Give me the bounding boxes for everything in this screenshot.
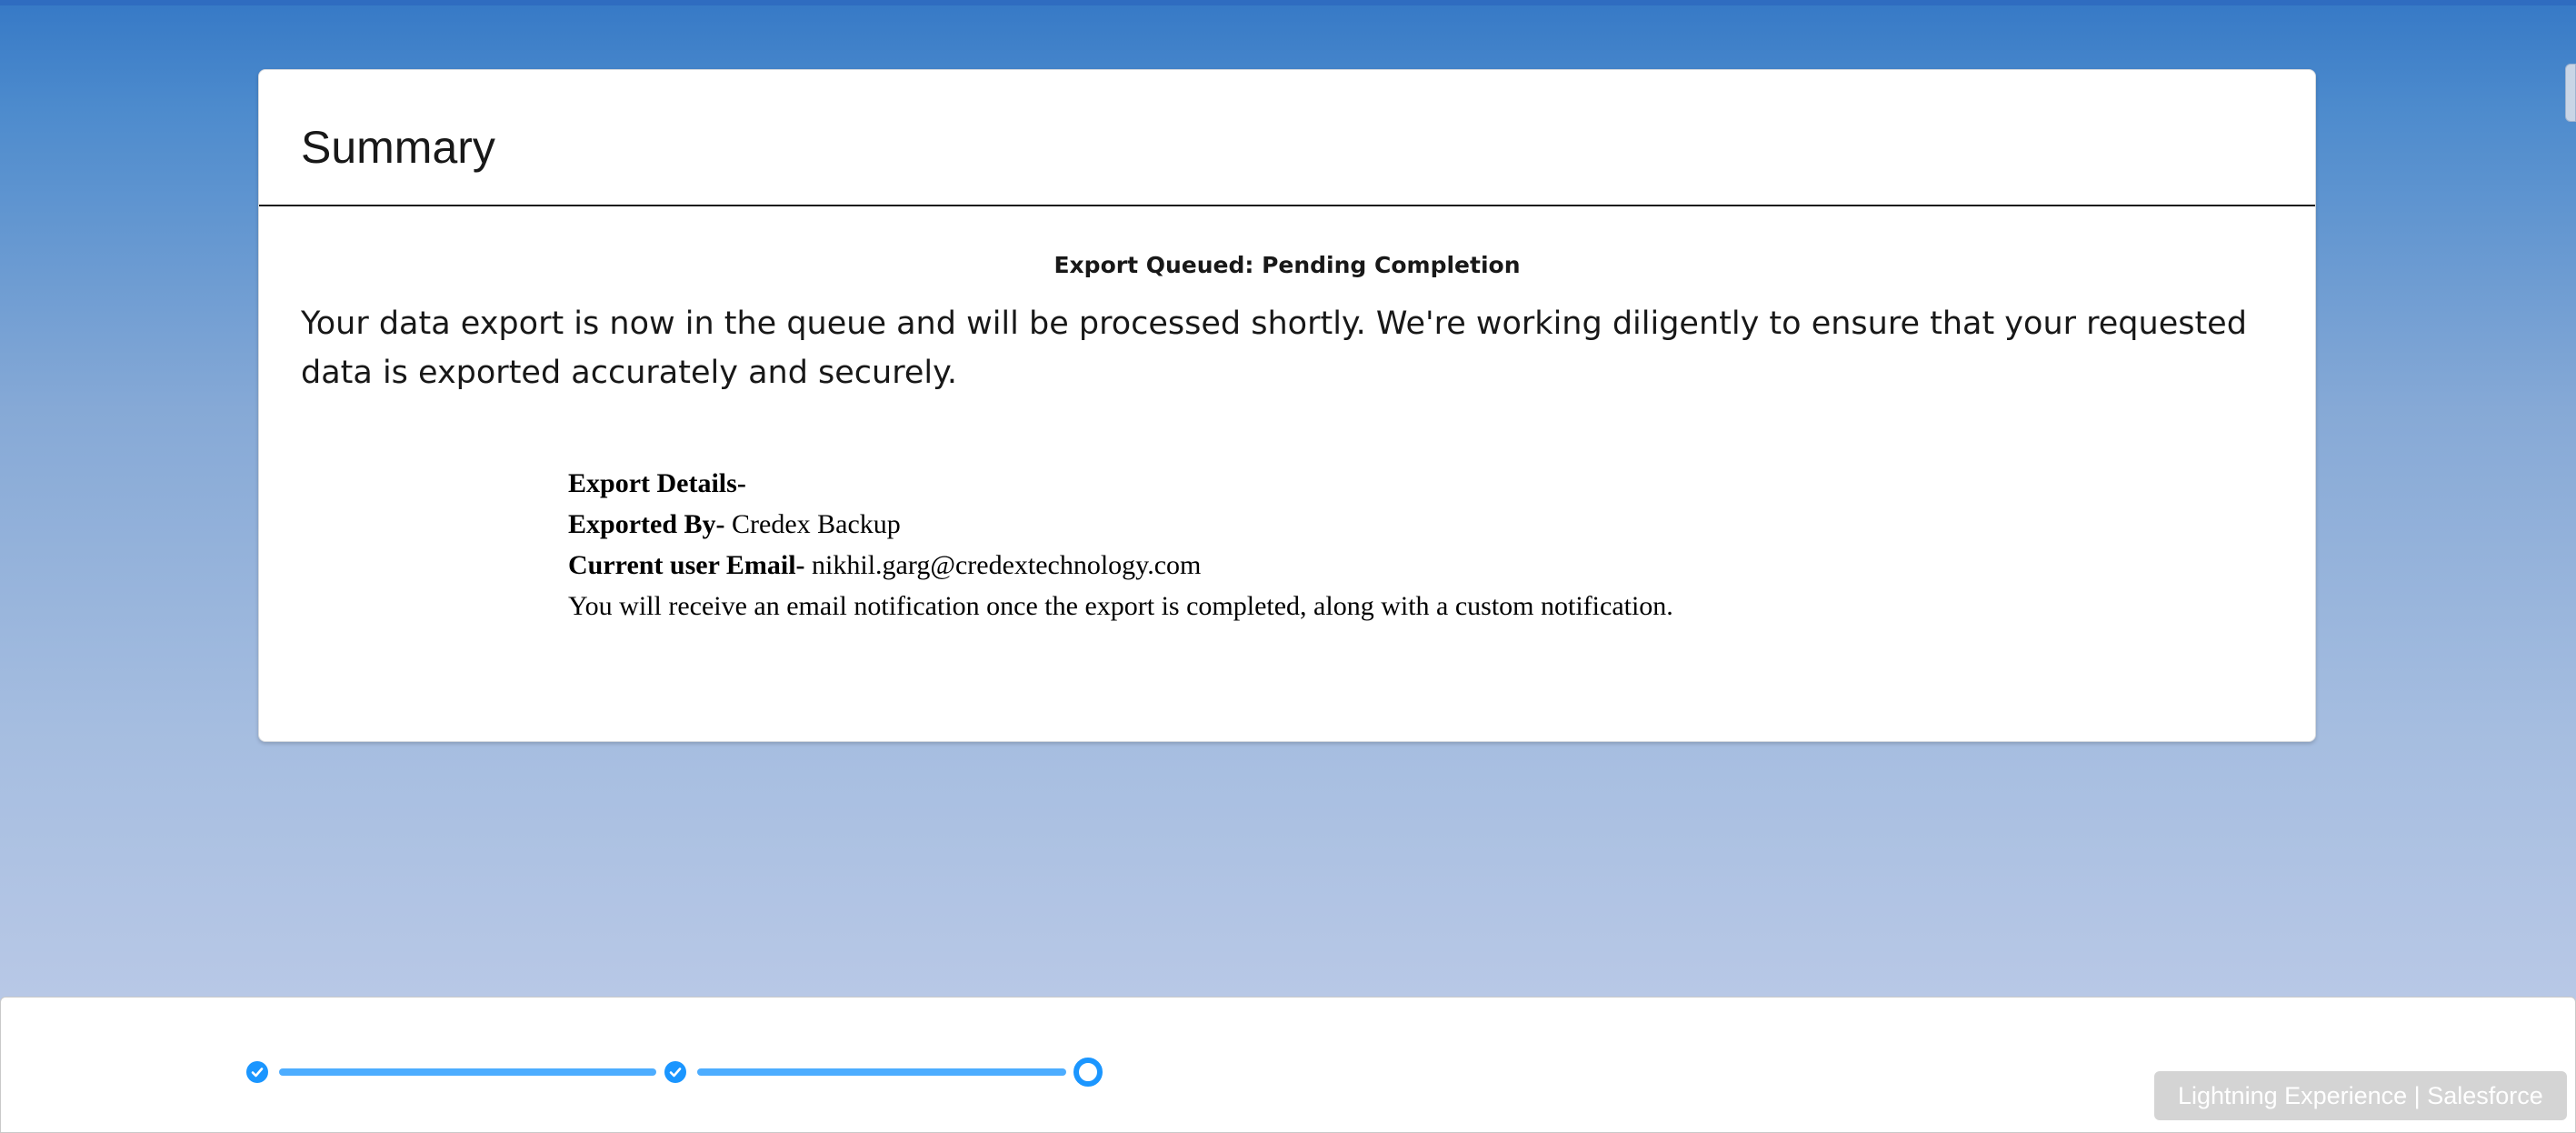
- details-heading: Export Details-: [568, 468, 746, 498]
- export-status-title: Export Queued: Pending Completion: [1053, 252, 1521, 278]
- step-connector-2: [697, 1068, 1066, 1076]
- check-icon: [669, 1068, 682, 1078]
- user-email-value: nikhil.garg@credextechnology.com: [812, 550, 1202, 580]
- card-header: Summary: [259, 70, 2315, 206]
- check-icon: [251, 1068, 264, 1078]
- export-message: Your data export is now in the queue and…: [301, 306, 2247, 391]
- step-2-complete[interactable]: [664, 1061, 686, 1083]
- notification-note: You will receive an email notification o…: [568, 591, 1673, 621]
- export-details: Export Details- Exported By- Credex Back…: [568, 463, 1673, 627]
- exported-by-row: Exported By- Credex Backup: [568, 504, 1673, 545]
- summary-card: Summary Export Queued: Pending Completio…: [258, 69, 2316, 742]
- step-1-complete[interactable]: [246, 1061, 268, 1083]
- scrollbar-handle[interactable]: [2565, 64, 2576, 122]
- user-email-label: Current user Email-: [568, 550, 805, 580]
- exported-by-label: Exported By-: [568, 509, 725, 539]
- user-email-row: Current user Email- nikhil.garg@credexte…: [568, 545, 1673, 586]
- step-3-current[interactable]: [1073, 1058, 1103, 1087]
- exported-by-value: Credex Backup: [732, 509, 901, 539]
- page-title: Summary: [301, 122, 495, 173]
- window-title-tooltip: Lightning Experience | Salesforce: [2154, 1071, 2567, 1120]
- step-connector-1: [279, 1068, 656, 1076]
- window-top-edge: [0, 0, 2576, 5]
